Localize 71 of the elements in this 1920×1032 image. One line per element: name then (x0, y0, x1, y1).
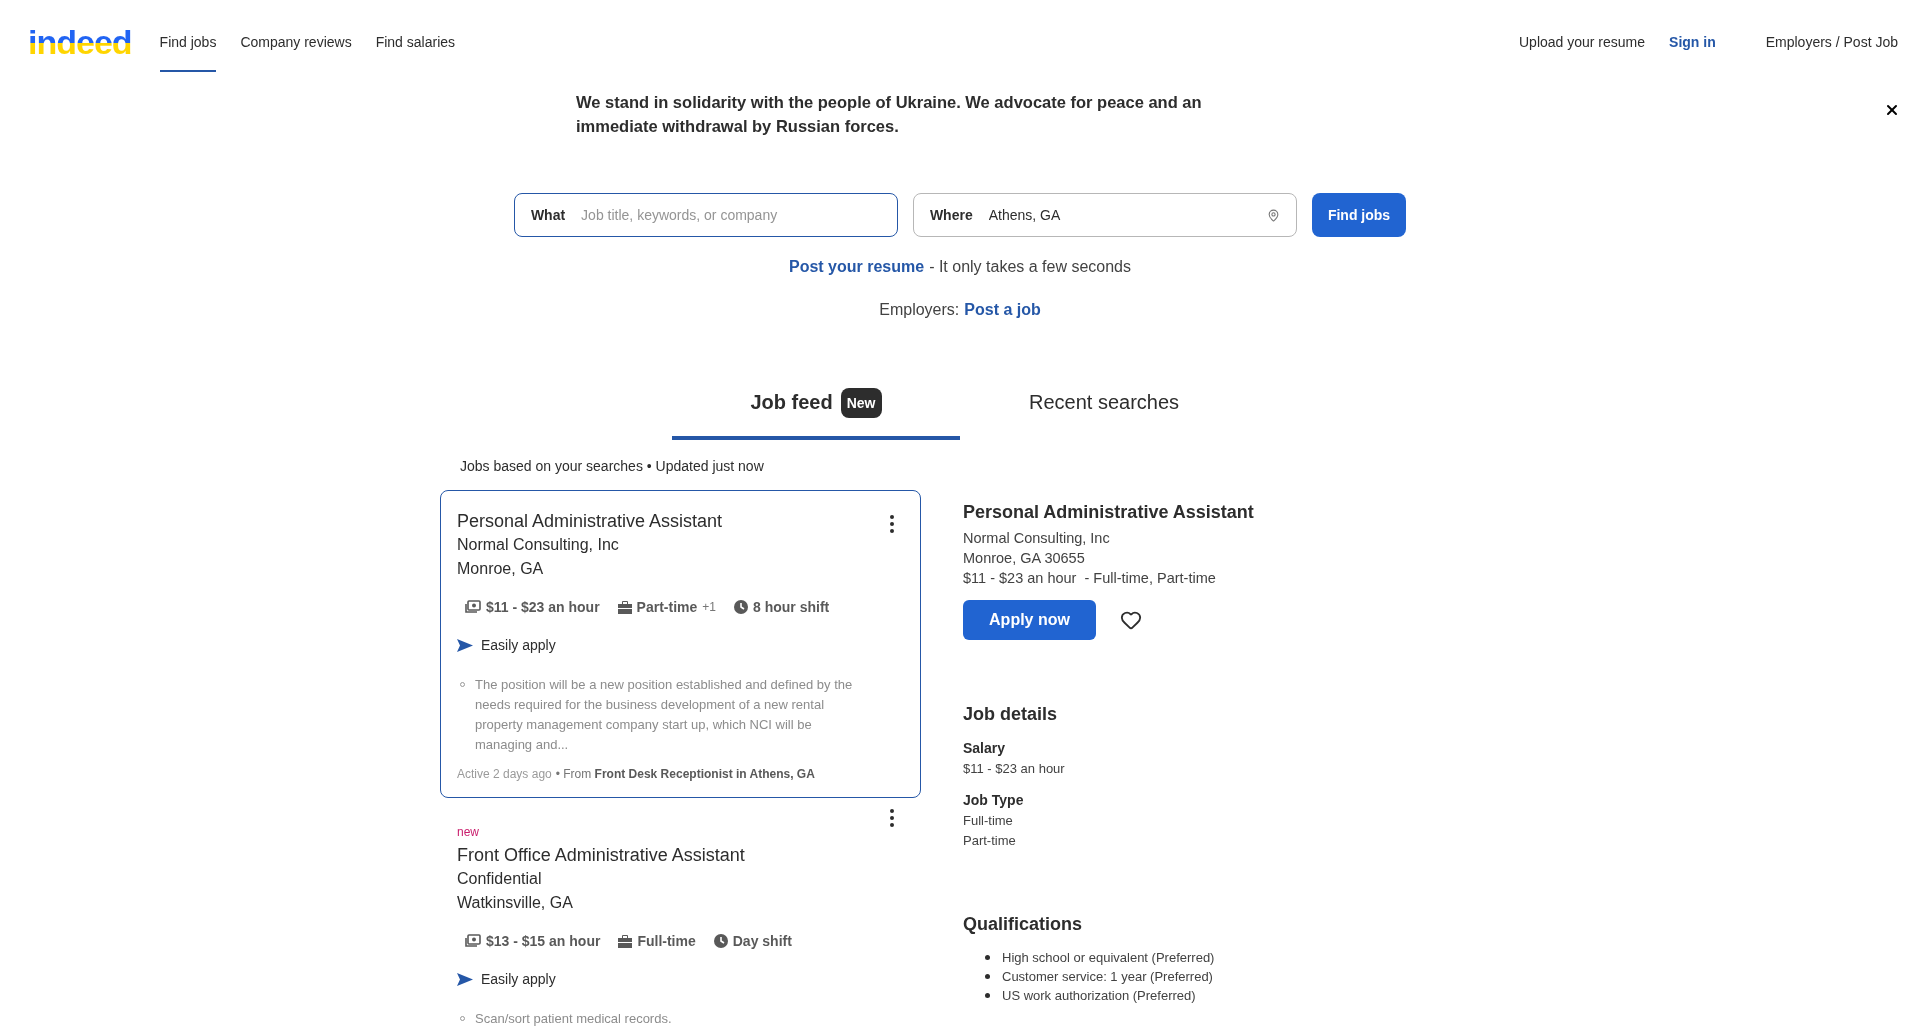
company-name: Normal Consulting, Inc (963, 529, 1111, 548)
job-location: Watkinsville, GA (457, 893, 574, 913)
what-field[interactable]: What Job title, keywords, or company (513, 193, 898, 237)
job-title: Personal Administrative Assistant (457, 510, 723, 533)
active-time: Active 2 days ago (457, 766, 552, 783)
send-icon (457, 638, 473, 652)
post-job-link[interactable]: Post a job (964, 298, 1041, 322)
job-snippet: Scan/sort patient medical records. (475, 1010, 673, 1028)
field-label: Where (929, 207, 973, 223)
nav-link[interactable]: Company reviews (240, 12, 352, 72)
money-icon (465, 600, 481, 614)
detail-label: Job Type (963, 791, 1025, 810)
job-attribute: $11 - $23 an hour (486, 599, 600, 615)
briefcase-icon (618, 934, 633, 948)
clock-icon (713, 934, 728, 948)
detail-title: Personal Administrative Assistant (963, 501, 1255, 524)
qualification-item: Customer service: 1 year (Preferred) (1002, 968, 1213, 986)
where-field[interactable]: Where Athens, GA (912, 193, 1297, 237)
nav-link[interactable]: Find jobs (159, 12, 217, 72)
section-heading: Job details (963, 703, 1059, 726)
job-title: Front Office Administrative Assistant (457, 844, 745, 867)
job-location: Monroe, GA 30655 (963, 549, 1086, 568)
feed-note: Jobs based on your searches • Updated just now (460, 458, 765, 474)
close-button[interactable] (1884, 102, 1900, 118)
source-text: • From Front Desk Receptionist in Athens, GA (555, 766, 815, 783)
apply-now-button[interactable]: Apply now (963, 600, 1096, 640)
employers-label: Employers: (879, 300, 960, 320)
location-pin-icon (1266, 208, 1280, 222)
qualification-item: US work authorization (Preferred) (1002, 987, 1196, 1005)
nav-link[interactable]: Find salaries (375, 12, 456, 72)
section-heading: Qualifications (963, 913, 1084, 936)
header-link[interactable]: Upload your resume (1519, 12, 1646, 72)
job-attribute: 8 hour shift (753, 599, 830, 615)
new-badge: New (840, 387, 882, 418)
detail-value: Full-time (963, 812, 1014, 830)
clock-icon (734, 600, 748, 614)
easy-apply-label: Easily apply (481, 971, 556, 987)
job-attribute: Full-time (637, 933, 696, 949)
save-heart-icon[interactable] (1120, 609, 1142, 631)
pay-summary: $11 - $23 an hour - Full-time, Part-time (963, 569, 1217, 588)
promo-text: - It only takes a few seconds (929, 257, 1131, 277)
job-card[interactable] (440, 490, 921, 798)
bullet-icon (985, 955, 990, 960)
header-link[interactable]: Sign in (1669, 12, 1716, 72)
detail-label: Salary (963, 739, 1007, 758)
post-resume-link[interactable]: Post your resume (789, 255, 925, 279)
job-attribute: Day shift (732, 933, 792, 949)
qualification-item: High school or equivalent (Preferred) (1002, 949, 1215, 967)
new-label: new (457, 824, 480, 841)
money-icon (465, 934, 481, 948)
job-attribute: $13 - $15 an hour (486, 933, 601, 949)
job-card[interactable]: new Front Office Administrative Assistant Confidential Watkinsville, GA $13 - $15 an hour Full-time Day shift Easily apply Scan/sort patient medical records. (440, 804, 921, 1032)
more-count: +1 (702, 600, 716, 614)
detail-value: $11 - $23 an hour (963, 760, 1066, 778)
feed-tab[interactable]: Recent searches (960, 369, 1248, 440)
header-link[interactable]: Employers / Post Job (1765, 12, 1898, 72)
bullet-icon (985, 993, 990, 998)
easy-apply-label: Easily apply (481, 637, 556, 653)
banner-text: We stand in solidarity with the people of Ukraine. We advocate for peace and an immediate withdrawal by Russian forces. (576, 92, 1203, 137)
send-icon (457, 972, 473, 986)
job-snippet: The position will be a new position established and defined by the needs required for the business development of a new rental property management company start up, which NCI will be managing and... (475, 676, 854, 754)
detail-value: Part-time (963, 832, 1017, 850)
company-name: Confidential (457, 869, 543, 889)
bullet-icon (985, 974, 990, 979)
job-attribute: Part-time (636, 599, 698, 615)
job-location: Monroe, GA (457, 559, 545, 579)
feed-tab[interactable]: Job feed New (672, 369, 960, 440)
company-name: Normal Consulting, Inc (457, 535, 620, 555)
find-jobs-button[interactable]: Find jobs (1311, 193, 1407, 237)
field-label: What (530, 207, 566, 223)
briefcase-icon (617, 600, 632, 614)
